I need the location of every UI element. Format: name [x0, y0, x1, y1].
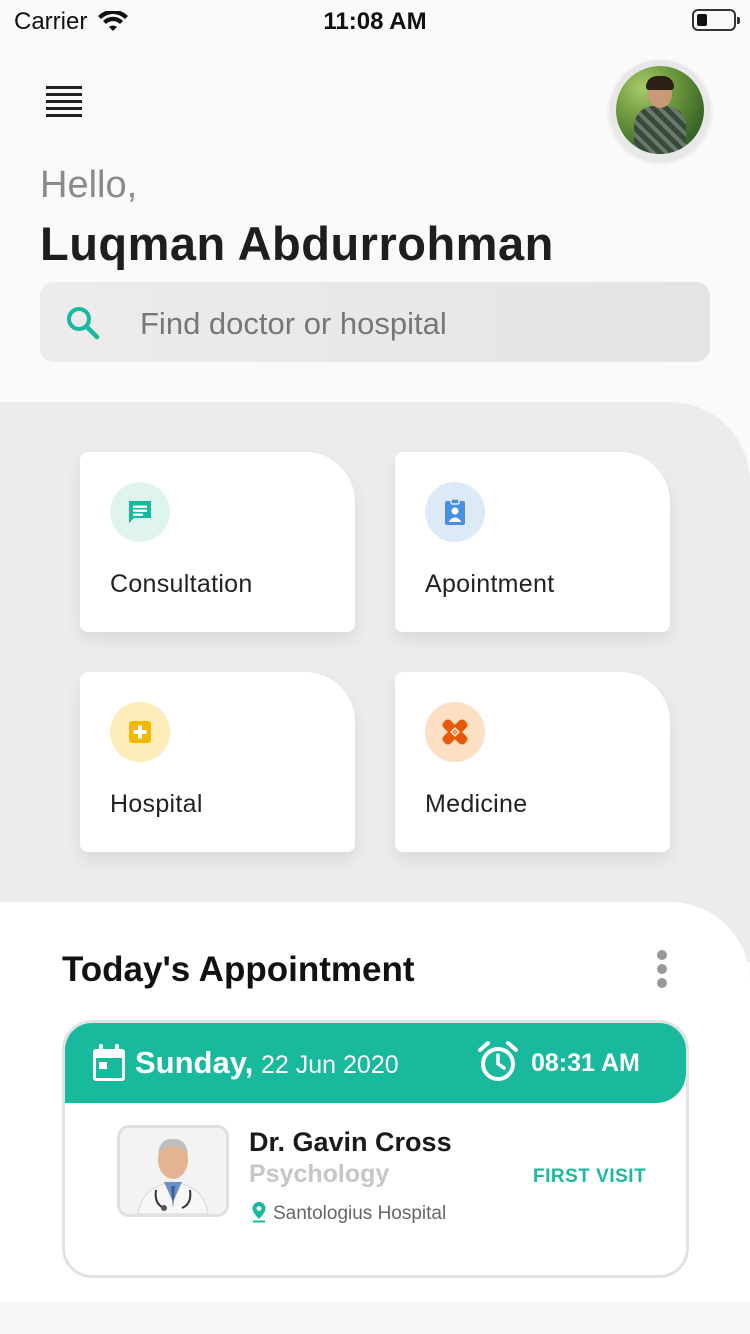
service-card-medicine[interactable]: Medicine — [395, 672, 670, 852]
service-card-appointment[interactable]: Apointment — [395, 452, 670, 632]
bottom-bar — [0, 1302, 750, 1334]
location-pin-icon — [252, 1202, 266, 1223]
section-title: Today's Appointment — [62, 950, 415, 989]
alarm-clock-icon — [478, 1041, 518, 1081]
avatar-photo — [616, 66, 704, 154]
chat-icon — [110, 482, 170, 542]
hospital-name: Santologius Hospital — [273, 1203, 447, 1224]
appointment-card[interactable]: Sunday, 22 Jun 2020 08:31 AM Dr. Gavin C… — [62, 1020, 689, 1278]
appointment-section: Today's Appointment Sunday, 22 Jun 2020 … — [0, 902, 750, 1302]
avatar[interactable] — [610, 60, 710, 160]
service-label: Hospital — [110, 790, 203, 818]
appointment-header: Sunday, 22 Jun 2020 08:31 AM — [65, 1023, 686, 1103]
menu-icon[interactable] — [46, 86, 82, 117]
status-bar: Carrier 11:08 AM — [0, 0, 750, 40]
doctor-name: Dr. Gavin Cross — [249, 1127, 452, 1157]
user-name: Luqman Abdurrohman — [40, 217, 554, 270]
services-section: Consultation Apointment Hospital Medicin… — [0, 402, 750, 962]
service-label: Consultation — [110, 570, 253, 598]
service-label: Medicine — [425, 790, 528, 818]
service-card-consultation[interactable]: Consultation — [80, 452, 355, 632]
greeting: Hello, — [40, 164, 138, 206]
search-placeholder: Find doctor or hospital — [140, 306, 447, 341]
doctor-photo — [117, 1125, 229, 1217]
visit-type-badge: FIRST VISIT — [533, 1166, 647, 1187]
battery-icon — [692, 9, 740, 31]
hospital-cross-icon — [110, 702, 170, 762]
appointment-time: 08:31 AM — [531, 1049, 640, 1077]
clipboard-user-icon — [425, 482, 485, 542]
service-card-hospital[interactable]: Hospital — [80, 672, 355, 852]
search-icon — [67, 307, 100, 340]
more-vertical-icon[interactable] — [652, 950, 672, 990]
service-label: Apointment — [425, 570, 555, 598]
doctor-specialty: Psychology — [249, 1160, 390, 1188]
clock: 11:08 AM — [323, 8, 427, 35]
calendar-icon — [93, 1044, 125, 1081]
bandage-icon — [425, 702, 485, 762]
appointment-date: 22 Jun 2020 — [261, 1051, 399, 1079]
search-input[interactable]: Find doctor or hospital — [40, 282, 710, 362]
appointment-day: Sunday, — [135, 1045, 254, 1080]
